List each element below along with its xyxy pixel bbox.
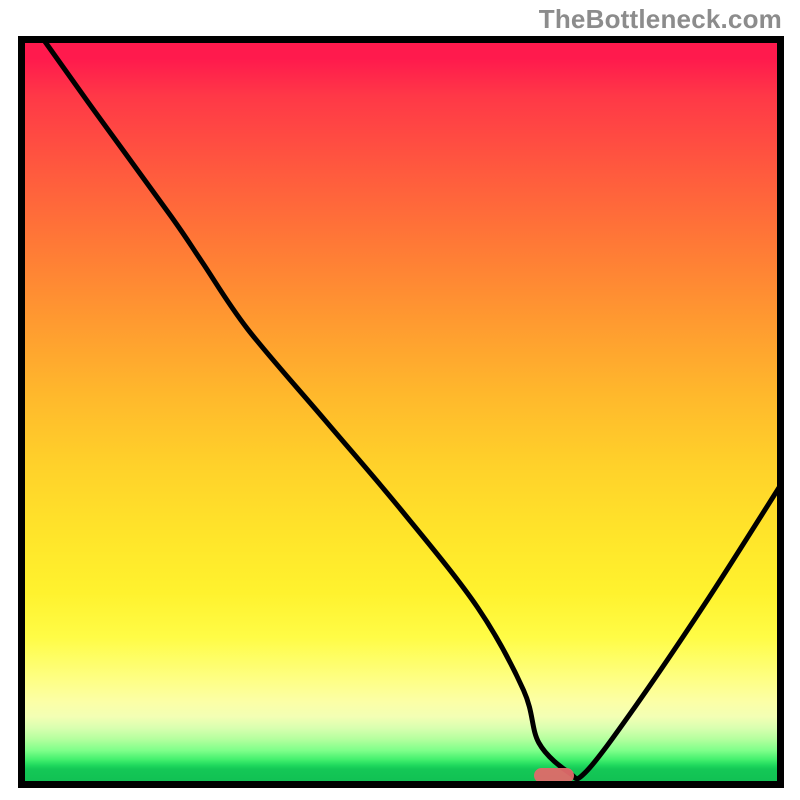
chart-curve-svg [18,36,784,788]
chart-plot-area [18,36,784,788]
watermark-label: TheBottleneck.com [539,4,782,35]
valley-marker [534,768,574,783]
bottleneck-curve [41,36,784,779]
